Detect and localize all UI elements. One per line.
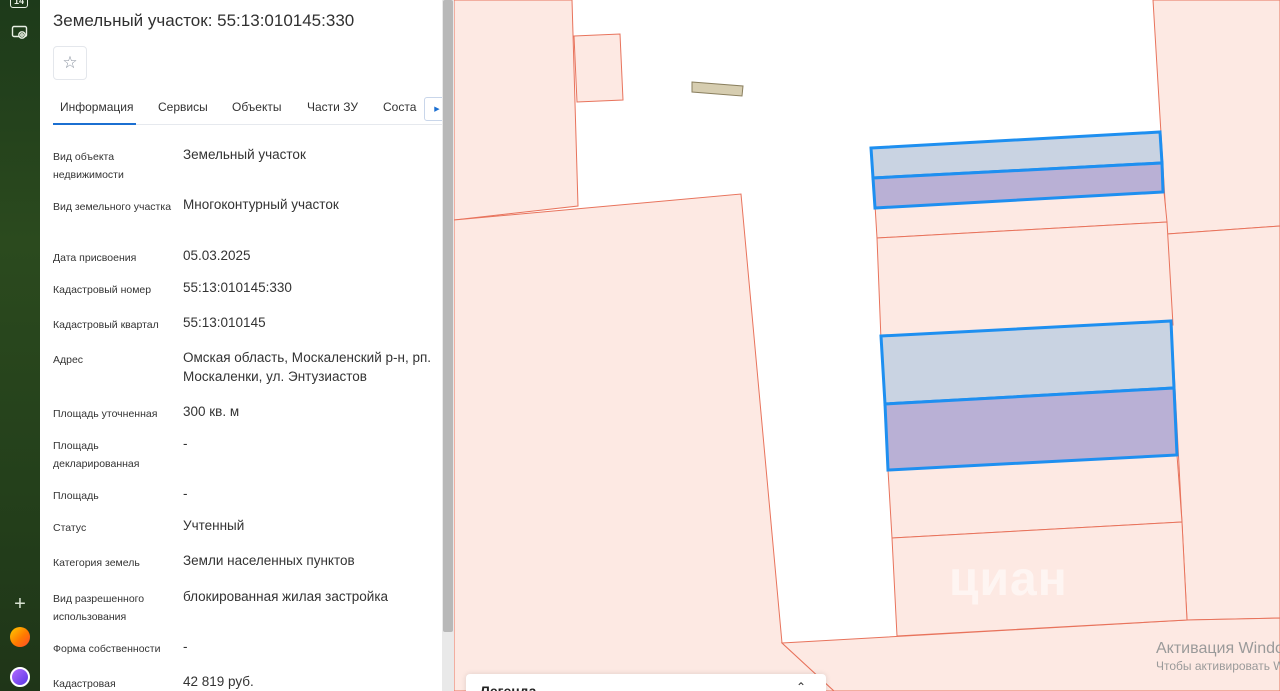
watermark: циан xyxy=(949,553,1068,606)
field-label: Кадастровый квартал xyxy=(53,319,159,331)
parcel xyxy=(1152,0,1280,235)
field-value: 05.03.2025 xyxy=(183,248,251,263)
map-view[interactable]: циан Легенда ⌃ Активация Windows Чтобы а… xyxy=(454,0,1280,691)
tab-bar: Информация Сервисы Объекты Части ЗУ Сост… xyxy=(53,90,442,125)
plus-icon[interactable]: + xyxy=(10,594,30,614)
chevron-right-icon: ▶ xyxy=(434,106,440,113)
field-value: Многоконтурный участок xyxy=(183,197,339,212)
field-label: Площадь уточненная xyxy=(53,408,158,420)
field-value: Омская область, Москаленский р-н, рп. Мо… xyxy=(183,350,432,384)
field-label: Вид объекта недвижимости xyxy=(53,151,124,181)
field-label: Категория земель xyxy=(53,557,140,569)
alice-icon[interactable] xyxy=(10,667,30,687)
contour-bottom-lower xyxy=(883,386,1179,472)
parcel xyxy=(454,0,579,221)
legend-title: Легенда xyxy=(480,683,537,691)
field-value: - xyxy=(183,486,188,501)
camera-frame-icon[interactable] xyxy=(10,23,30,43)
field-label: Форма собственности xyxy=(53,643,161,655)
yandex-icon[interactable] xyxy=(10,627,30,647)
building xyxy=(691,81,744,97)
field-value: - xyxy=(183,639,188,654)
field-label: Кадастровый номер xyxy=(53,284,152,296)
parcel xyxy=(454,193,835,691)
info-panel: Земельный участок: 55:13:010145:330 ☆ Ин… xyxy=(40,0,442,691)
parcel xyxy=(573,33,624,103)
field-label: Кадастровая xyxy=(53,678,116,690)
app-sidebar: 14 + xyxy=(0,0,40,691)
field-label: Вид земельного участка xyxy=(53,201,172,213)
field-label: Вид разрешенного использования xyxy=(53,593,145,623)
calendar-badge-icon[interactable]: 14 xyxy=(10,0,28,8)
tab-services[interactable]: Сервисы xyxy=(158,100,208,114)
field-value: 42 819 руб. xyxy=(183,674,254,689)
tabs-scroll-right-button[interactable]: ▶ xyxy=(424,97,442,121)
field-label: Статус xyxy=(53,522,87,534)
tab-objects[interactable]: Объекты xyxy=(232,100,282,114)
active-tab-indicator xyxy=(53,123,136,125)
tab-information[interactable]: Информация xyxy=(60,100,133,114)
field-label: Дата присвоения xyxy=(53,252,137,264)
field-value: Земли населенных пунктов xyxy=(183,553,355,568)
field-value: 55:13:010145:330 xyxy=(183,280,292,295)
field-value: 55:13:010145 xyxy=(183,315,266,330)
tab-parts[interactable]: Части ЗУ xyxy=(307,100,358,114)
field-label: Площадь декларированная xyxy=(53,440,140,470)
legend-panel[interactable]: Легенда ⌃ xyxy=(466,674,826,691)
field-value: Учтенный xyxy=(183,518,245,533)
panel-scrollbar-thumb[interactable] xyxy=(443,0,453,632)
field-value: 300 кв. м xyxy=(183,404,240,419)
field-label: Площадь xyxy=(53,490,99,502)
activation-subtitle: Чтобы активировать Windows, перейдите в … xyxy=(1156,659,1280,673)
tab-composition[interactable]: Соста xyxy=(383,100,416,114)
field-label: Адрес xyxy=(53,354,84,366)
windows-activation-notice: Активация Windows Чтобы активировать Win… xyxy=(1156,640,1280,674)
field-value: - xyxy=(183,436,188,451)
field-value: Земельный участок xyxy=(183,147,306,162)
field-value: блокированная жилая застройка xyxy=(183,589,389,604)
star-icon: ☆ xyxy=(62,53,78,72)
favorite-button[interactable]: ☆ xyxy=(53,46,87,80)
activation-title: Активация Windows xyxy=(1156,640,1280,657)
page-title: Земельный участок: 55:13:010145:330 xyxy=(53,11,355,30)
chevron-up-icon[interactable]: ⌃ xyxy=(796,680,806,691)
